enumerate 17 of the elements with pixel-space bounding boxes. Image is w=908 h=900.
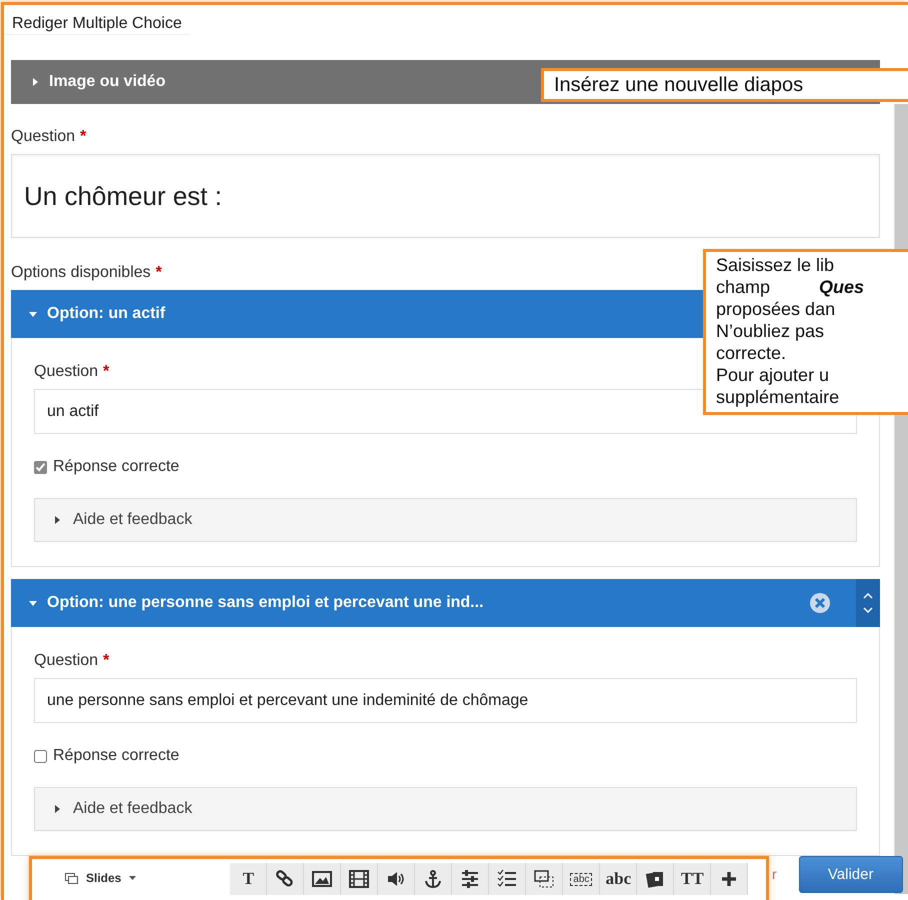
- callout-text: Pour ajouter u: [716, 364, 830, 386]
- callout-text: supplémentaire: [716, 386, 840, 408]
- field-label: Options disponibles: [11, 264, 151, 282]
- checkbox-label: Réponse correcte: [53, 458, 180, 476]
- field-label: Question: [34, 363, 98, 381]
- field-label: Question: [34, 652, 98, 670]
- required-mark: *: [156, 264, 162, 282]
- checkbox-label: Réponse correcte: [53, 747, 180, 765]
- field-label: Question: [11, 128, 76, 146]
- required-mark: *: [80, 128, 86, 146]
- required-mark: *: [103, 363, 110, 381]
- callout-text: Insérez une nouvelle diapos: [554, 74, 804, 97]
- callout-text: Saisissez le lib: [716, 254, 834, 276]
- callout-text: proposées dan: [716, 298, 836, 320]
- dialog-title: Rediger Multiple Choice: [4, 5, 190, 35]
- required-mark: *: [103, 652, 110, 670]
- callout-text: correcte.: [716, 342, 786, 364]
